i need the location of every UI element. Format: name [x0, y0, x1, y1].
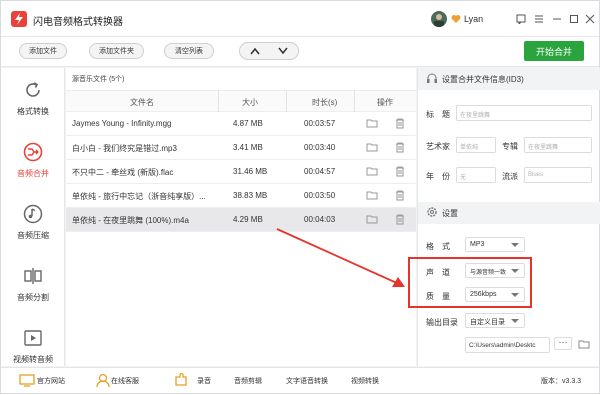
annotation-arrow: [276, 228, 405, 287]
bottom-bar: 官方网站 在线客服 录音 音频剪辑 文字语音转换 视频转换 版本：v3.3.3: [1, 367, 599, 393]
service-link[interactable]: 在线客服: [111, 376, 139, 386]
support-icon: [95, 372, 111, 388]
record-link[interactable]: 录音: [197, 376, 211, 386]
version-label: 版本：v3.3.3: [541, 378, 582, 385]
tts-link[interactable]: 文字语音转换: [286, 376, 328, 386]
app-window: 闪电音频格式转换器 Lyan 添加文件 添加文件夹 清空列表 开始合并 格式转换…: [0, 0, 600, 394]
website-link[interactable]: 官方网站: [37, 376, 65, 386]
monitor-icon: [19, 372, 35, 388]
puzzle-icon: [173, 372, 189, 388]
audio-cut-link[interactable]: 音频剪辑: [234, 376, 262, 386]
video-convert-link[interactable]: 视频转换: [351, 376, 379, 386]
